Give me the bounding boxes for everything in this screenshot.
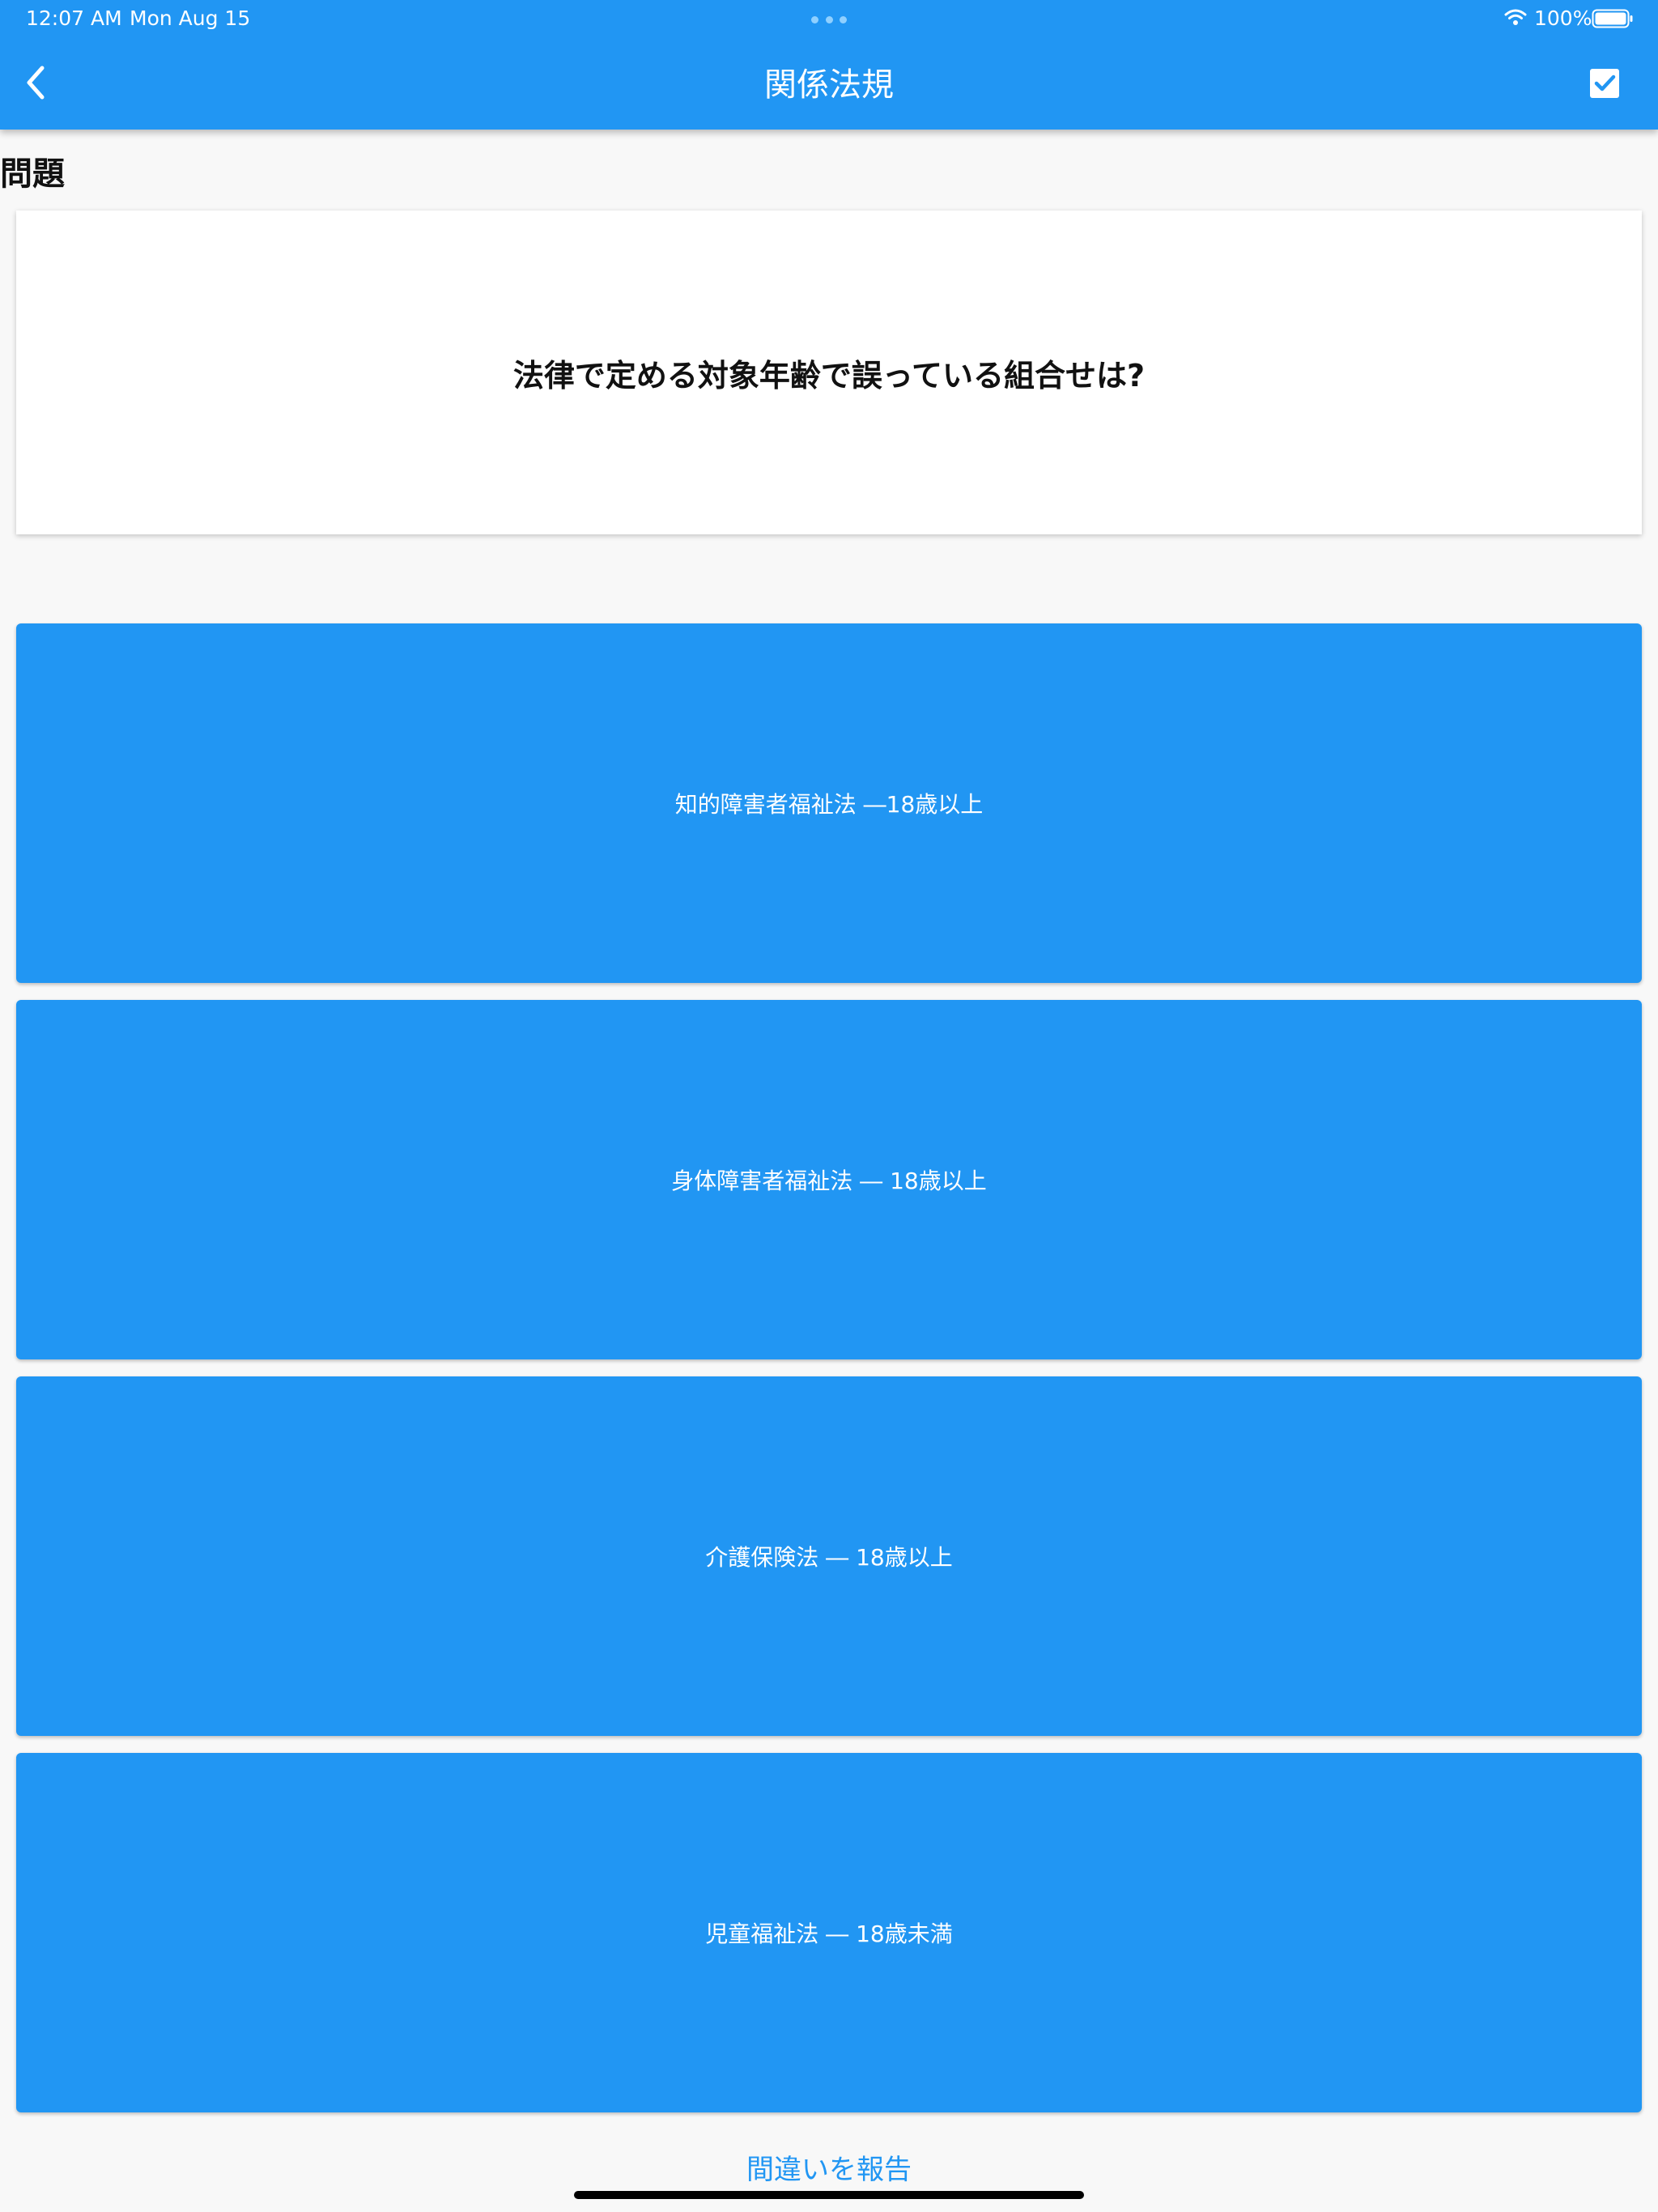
home-indicator[interactable] [574, 2191, 1084, 2199]
app-bar: 12:07 AM Mon Aug 15 100% 関係法規 [0, 0, 1658, 130]
page-title: 関係法規 [764, 66, 894, 104]
answer-button-4[interactable]: 児童福祉法 ― 18歳未満 [16, 1753, 1642, 2112]
answer-label: 児童福祉法 ― 18歳未満 [705, 1921, 953, 1947]
question-text: 法律で定める対象年齢で誤っている組合せは? [512, 357, 1146, 393]
battery-icon [1592, 9, 1633, 28]
answer-label: 介護保険法 ― 18歳以上 [705, 1544, 953, 1571]
multitasking-dots-icon[interactable] [811, 16, 847, 24]
question-heading: 問題 [0, 155, 65, 193]
answer-label: 身体障害者福祉法 ― 18歳以上 [671, 1168, 987, 1194]
status-date: Mon Aug 15 [130, 6, 251, 30]
report-error-link[interactable]: 間違いを報告 [0, 2147, 1658, 2187]
question-card: 法律で定める対象年齢で誤っている組合せは? [16, 211, 1642, 534]
answer-button-1[interactable]: 知的障害者福祉法 ―18歳以上 [16, 623, 1642, 983]
answer-label: 知的障害者福祉法 ―18歳以上 [674, 791, 984, 818]
check-icon[interactable] [1588, 67, 1621, 100]
answer-button-2[interactable]: 身体障害者福祉法 ― 18歳以上 [16, 1000, 1642, 1359]
answer-button-3[interactable]: 介護保険法 ― 18歳以上 [16, 1376, 1642, 1736]
status-time: 12:07 AM [26, 6, 122, 30]
wifi-icon [1504, 9, 1527, 25]
battery-percentage: 100% [1534, 6, 1592, 30]
